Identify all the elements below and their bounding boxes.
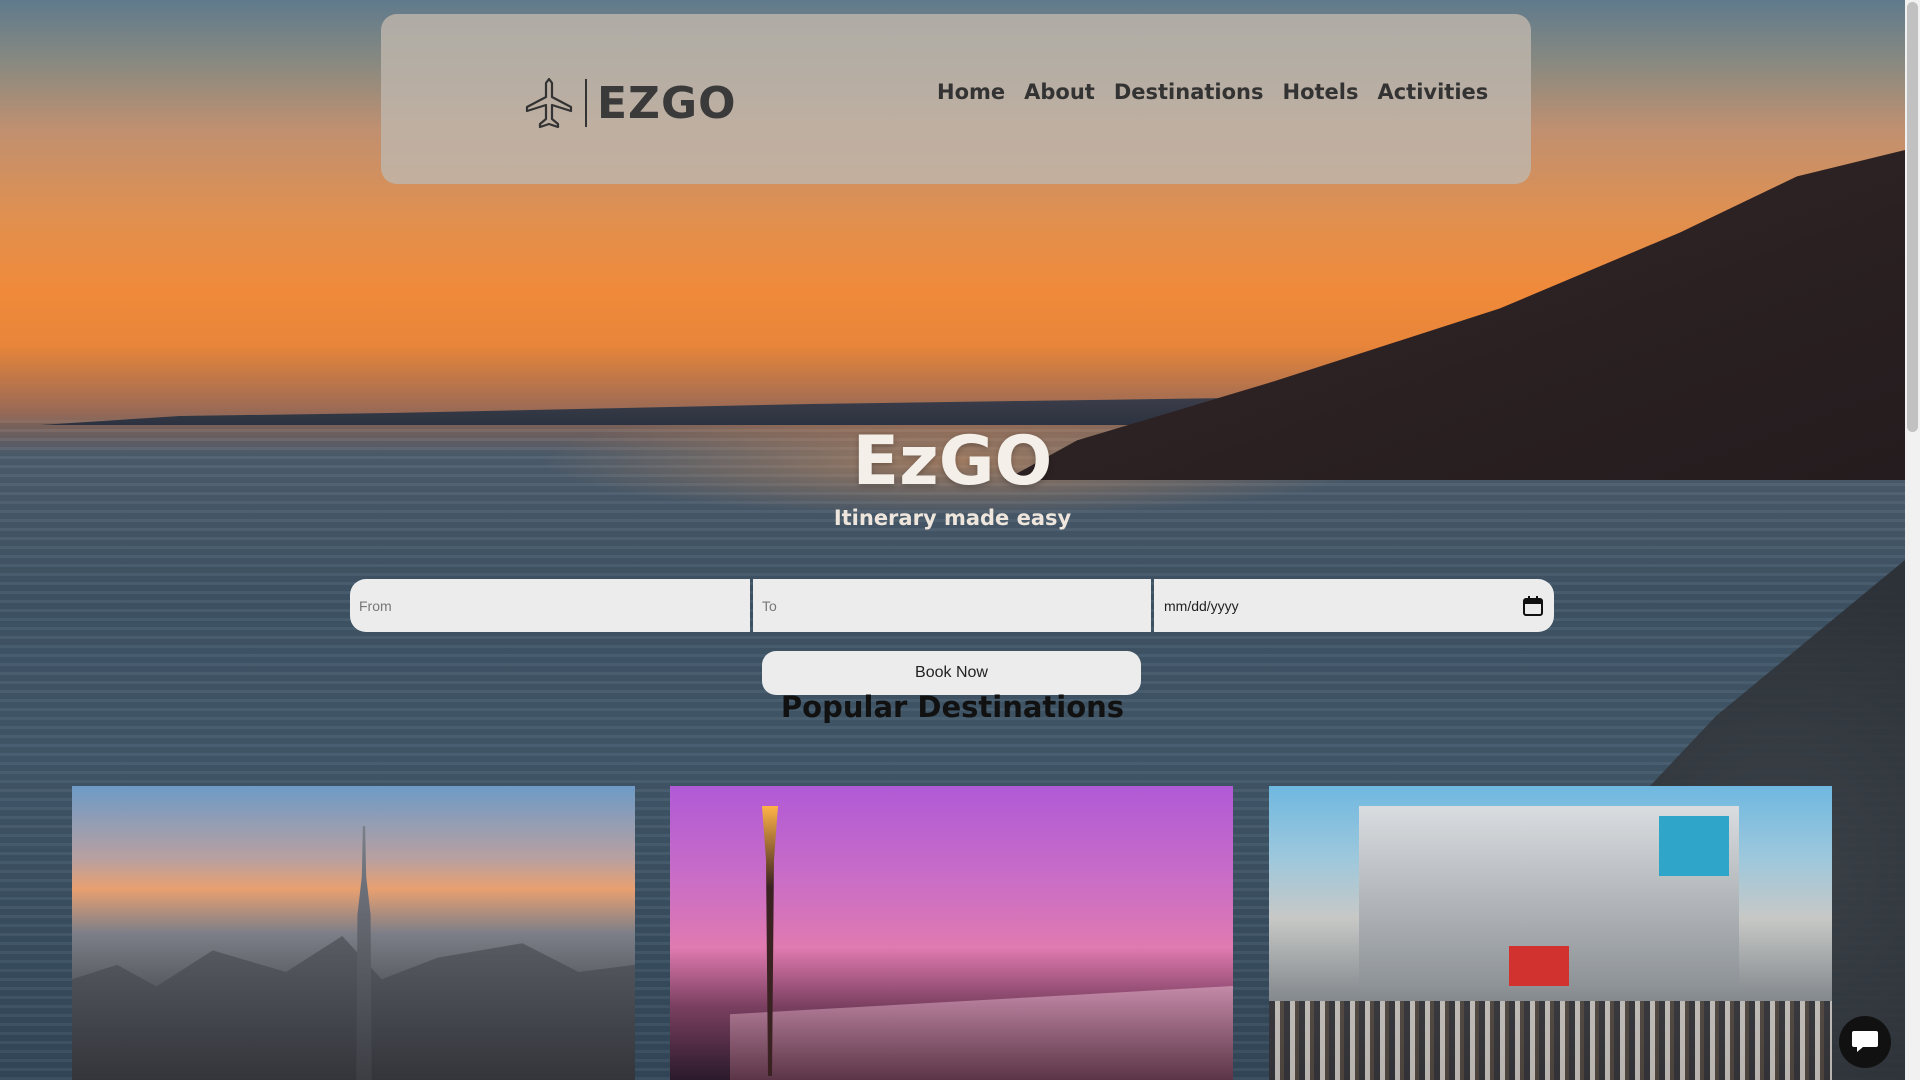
logo-divider <box>585 79 587 127</box>
hero-subtitle: Itinerary made easy <box>833 506 1072 530</box>
date-input-value: mm/dd/yyyy <box>1164 597 1239 614</box>
card-image-bridge <box>730 986 1233 1080</box>
card-image-crowd <box>1269 1001 1832 1080</box>
card-image-billboard <box>1509 946 1569 986</box>
from-input[interactable] <box>350 579 750 632</box>
chat-icon <box>1852 1031 1878 1052</box>
booking-form: mm/dd/yyyy <box>350 579 1554 632</box>
destination-card[interactable] <box>1269 786 1832 1080</box>
date-input[interactable]: mm/dd/yyyy <box>1154 579 1554 632</box>
nav-link-activities[interactable]: Activities <box>1377 80 1488 104</box>
hero-title: EzGO <box>852 422 1053 501</box>
card-image-skyline <box>72 936 635 1080</box>
card-image-billboard <box>1659 816 1729 876</box>
nav-links: Home About Destinations Hotels Activitie… <box>937 80 1488 104</box>
airplane-icon <box>525 77 573 129</box>
book-now-button[interactable]: Book Now <box>762 651 1141 695</box>
to-input[interactable] <box>753 579 1151 632</box>
nav-link-hotels[interactable]: Hotels <box>1283 80 1359 104</box>
logo[interactable]: EZGO <box>521 72 736 134</box>
destination-card[interactable] <box>670 786 1233 1080</box>
section-title-popular-destinations: Popular Destinations <box>780 690 1125 724</box>
navbar: EZGO Home About Destinations Hotels Acti… <box>381 14 1531 184</box>
destination-card[interactable] <box>72 786 635 1080</box>
logo-text: EZGO <box>597 77 737 129</box>
nav-link-home[interactable]: Home <box>937 80 1005 104</box>
nav-link-about[interactable]: About <box>1024 80 1095 104</box>
scrollbar-thumb[interactable] <box>1907 2 1918 432</box>
calendar-icon[interactable] <box>1522 595 1544 617</box>
chat-button[interactable] <box>1839 1016 1891 1068</box>
vertical-scrollbar[interactable] <box>1905 0 1920 1080</box>
nav-link-destinations[interactable]: Destinations <box>1114 80 1264 104</box>
